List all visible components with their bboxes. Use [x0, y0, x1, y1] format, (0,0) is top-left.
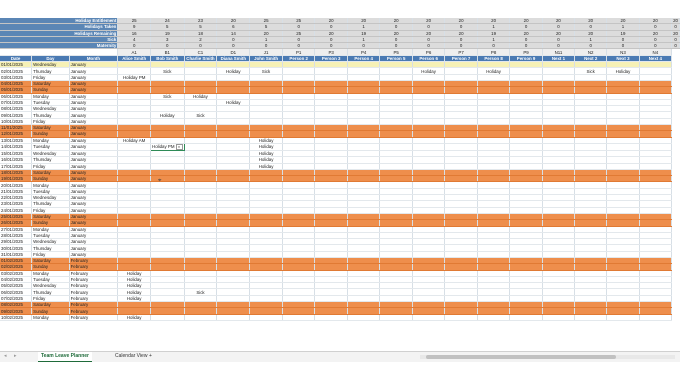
leave-cell[interactable] — [509, 143, 543, 151]
header-person: Charlie Smith — [184, 55, 218, 63]
leave-cell[interactable] — [574, 143, 608, 151]
leave-cell[interactable] — [314, 314, 348, 321]
horizontal-scrollbar[interactable] — [420, 355, 675, 359]
leave-cell[interactable] — [379, 314, 413, 321]
date-cell[interactable]: 14/01/2025 — [0, 143, 33, 151]
leave-cell[interactable] — [249, 314, 283, 321]
table-row: 10/02/2025 Monday February Holiday — [0, 314, 680, 321]
next-sheet-icon[interactable]: ▸ — [14, 353, 17, 359]
add-sheet-button[interactable]: + — [146, 352, 155, 361]
leave-cell[interactable] — [444, 314, 478, 321]
leave-cell[interactable] — [606, 314, 640, 321]
leave-cell[interactable] — [509, 314, 543, 321]
dropdown-arrow-icon[interactable]: ▾ — [175, 144, 183, 150]
leave-cell[interactable] — [639, 143, 673, 151]
leave-cell[interactable] — [216, 143, 251, 151]
leave-cell[interactable] — [184, 314, 218, 321]
leave-cell[interactable] — [216, 314, 251, 321]
scrollbar-thumb[interactable] — [426, 355, 616, 359]
header-person: John Smith — [249, 55, 283, 63]
leave-cell[interactable] — [639, 314, 673, 321]
table-row: 14/01/2025 Tuesday January Holiday PM ▾ Holid… — [0, 142, 680, 151]
prev-sheet-icon[interactable]: ◂ — [4, 353, 7, 359]
leave-cell[interactable] — [347, 314, 381, 321]
header-person: Diana Smith — [216, 55, 251, 63]
header-person: Alice Smith — [117, 55, 152, 63]
leave-cell[interactable] — [542, 143, 576, 151]
leave-cell[interactable] — [542, 314, 576, 321]
leave-cell[interactable] — [477, 314, 511, 321]
leave-cell[interactable] — [282, 314, 316, 321]
leave-cell[interactable] — [477, 143, 511, 151]
month-cell[interactable]: January — [69, 143, 119, 151]
leave-cell[interactable] — [412, 143, 446, 151]
month-cell[interactable]: February — [69, 314, 119, 321]
leave-cell[interactable] — [379, 143, 413, 151]
selected-cell-value: Holiday PM — [152, 143, 175, 149]
leave-cell[interactable] — [184, 143, 218, 151]
summary-value[interactable]: 0 — [671, 42, 680, 50]
leave-cell[interactable] — [282, 143, 316, 151]
leave-cell[interactable] — [444, 143, 478, 151]
leave-cell[interactable] — [347, 143, 381, 151]
mouse-cursor-icon: ⌖ — [158, 178, 162, 184]
day-cell[interactable]: Tuesday — [31, 143, 70, 151]
tab-calendar-view[interactable]: Calendar View — [112, 352, 150, 361]
sheet-tab-bar: ◂ ▸ Team Leave Planner Calendar View + — [0, 351, 680, 362]
leave-cell[interactable] — [150, 314, 185, 321]
spreadsheet-grid[interactable]: Holiday Entitlement 25 24 23 20 25 25 20 20 20 20 2… — [0, 18, 680, 351]
selected-leave-cell[interactable]: Holiday PM ▾ — [150, 142, 185, 151]
leave-cell[interactable] — [606, 143, 640, 151]
leave-cell[interactable] — [412, 314, 446, 321]
date-cell[interactable]: 10/02/2025 — [0, 314, 33, 321]
leave-cell[interactable] — [314, 143, 348, 151]
leave-cell[interactable] — [117, 143, 152, 151]
leave-planner-table: Holiday Entitlement 25 24 23 20 25 25 20 20 20 20 2… — [0, 18, 680, 321]
tab-team-leave-planner[interactable]: Team Leave Planner — [38, 352, 92, 362]
leave-cell[interactable]: Holiday — [117, 314, 152, 321]
day-cell[interactable]: Monday — [31, 314, 70, 321]
leave-cell[interactable] — [574, 314, 608, 321]
leave-cell[interactable]: Holiday — [249, 143, 283, 151]
